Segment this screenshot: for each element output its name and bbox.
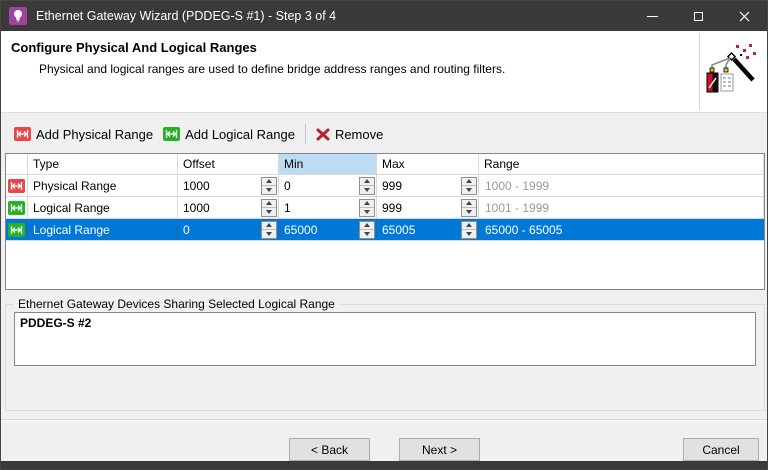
type-cell[interactable]: Physical Range	[28, 175, 178, 196]
range-cell: 1000 - 1999	[479, 175, 764, 196]
cancel-button[interactable]: Cancel	[683, 438, 759, 461]
min-value[interactable]: 65000	[284, 223, 317, 237]
maximize-icon	[694, 12, 703, 21]
remove-button[interactable]: Remove	[311, 124, 388, 145]
table-header-row: Type Offset Min Max Range	[6, 154, 764, 175]
max-cell[interactable]: 999	[377, 175, 479, 196]
add-physical-range-label: Add Physical Range	[36, 127, 153, 142]
column-header-offset[interactable]: Offset	[178, 154, 279, 174]
magic-wand-wizard-icon	[699, 33, 761, 110]
offset-spinner[interactable]	[261, 177, 277, 195]
offset-cell[interactable]: 1000	[178, 175, 279, 196]
footer-separator	[1, 419, 767, 421]
table-row-logical-range[interactable]: Logical Range 1000 1 999 1001 - 1999	[6, 197, 764, 219]
add-logical-range-button[interactable]: Add Logical Range	[158, 124, 300, 145]
toolbar: Add Physical Range Add Logical Range	[1, 119, 767, 149]
logical-range-icon	[8, 223, 25, 237]
row-icon-cell	[6, 197, 28, 218]
physical-range-icon	[14, 127, 31, 141]
table-row-logical-range-selected[interactable]: Logical Range 0 65000 65005 65000 - 6500…	[6, 219, 764, 241]
range-cell: 1001 - 1999	[479, 197, 764, 218]
min-value[interactable]: 1	[284, 201, 291, 215]
max-cell[interactable]: 65005	[377, 219, 479, 240]
remove-x-icon	[316, 128, 330, 141]
close-icon	[739, 11, 750, 22]
range-cell: 65000 - 65005	[479, 219, 764, 240]
minimize-icon	[647, 16, 658, 17]
shared-devices-list: PDDEG-S #2	[14, 312, 756, 366]
row-icon-cell	[6, 219, 28, 240]
min-cell[interactable]: 1	[279, 197, 377, 218]
titlebar[interactable]: Ethernet Gateway Wizard (PDDEG-S #1) - S…	[1, 1, 767, 31]
maximize-button[interactable]	[675, 1, 721, 31]
wizard-header: Configure Physical And Logical Ranges Ph…	[1, 31, 767, 113]
row-icon-cell	[6, 175, 28, 196]
back-button[interactable]: < Back	[289, 438, 370, 461]
offset-value[interactable]: 0	[183, 223, 190, 237]
offset-spinner[interactable]	[261, 199, 277, 217]
min-cell[interactable]: 65000	[279, 219, 377, 240]
page-description: Physical and logical ranges are used to …	[39, 62, 505, 76]
app-lightbulb-icon[interactable]	[9, 7, 27, 25]
type-cell[interactable]: Logical Range	[28, 219, 178, 240]
minimize-button[interactable]	[629, 1, 675, 31]
add-logical-range-label: Add Logical Range	[185, 127, 295, 142]
logical-range-icon	[8, 201, 25, 215]
offset-value[interactable]: 1000	[183, 179, 210, 193]
column-header-min[interactable]: Min	[279, 154, 377, 174]
max-spinner[interactable]	[461, 199, 477, 217]
offset-cell[interactable]: 0	[178, 219, 279, 240]
groupbox-label: Ethernet Gateway Devices Sharing Selecte…	[14, 297, 339, 311]
min-spinner[interactable]	[359, 177, 375, 195]
window-title: Ethernet Gateway Wizard (PDDEG-S #1) - S…	[36, 9, 629, 23]
list-item[interactable]: PDDEG-S #2	[20, 316, 750, 330]
type-cell[interactable]: Logical Range	[28, 197, 178, 218]
max-value[interactable]: 999	[382, 201, 402, 215]
max-spinner[interactable]	[461, 221, 477, 239]
table-row-physical-range[interactable]: Physical Range 1000 0 999 1000 - 1999	[6, 175, 764, 197]
window-bottom-border	[1, 461, 767, 469]
toolbar-separator	[305, 124, 306, 144]
wizard-dialog: Ethernet Gateway Wizard (PDDEG-S #1) - S…	[0, 0, 768, 470]
min-value[interactable]: 0	[284, 179, 291, 193]
offset-cell[interactable]: 1000	[178, 197, 279, 218]
max-value[interactable]: 999	[382, 179, 402, 193]
offset-value[interactable]: 1000	[183, 201, 210, 215]
logical-range-icon	[163, 127, 180, 141]
column-header-icon[interactable]	[6, 154, 28, 174]
lightbulb-icon	[12, 9, 24, 23]
min-spinner[interactable]	[359, 199, 375, 217]
column-header-max[interactable]: Max	[377, 154, 479, 174]
column-header-type[interactable]: Type	[28, 154, 178, 174]
max-cell[interactable]: 999	[377, 197, 479, 218]
min-spinner[interactable]	[359, 221, 375, 239]
physical-range-icon	[8, 179, 25, 193]
min-cell[interactable]: 0	[279, 175, 377, 196]
shared-devices-groupbox: Ethernet Gateway Devices Sharing Selecte…	[5, 297, 765, 411]
max-spinner[interactable]	[461, 177, 477, 195]
column-header-range[interactable]: Range	[479, 154, 764, 174]
max-value[interactable]: 65005	[382, 223, 415, 237]
ranges-table: Type Offset Min Max Range Physical Range…	[5, 153, 765, 290]
offset-spinner[interactable]	[261, 221, 277, 239]
next-button[interactable]: Next >	[399, 438, 480, 461]
remove-label: Remove	[335, 127, 383, 142]
close-button[interactable]	[721, 1, 767, 31]
add-physical-range-button[interactable]: Add Physical Range	[9, 124, 158, 145]
page-title: Configure Physical And Logical Ranges	[11, 40, 257, 55]
